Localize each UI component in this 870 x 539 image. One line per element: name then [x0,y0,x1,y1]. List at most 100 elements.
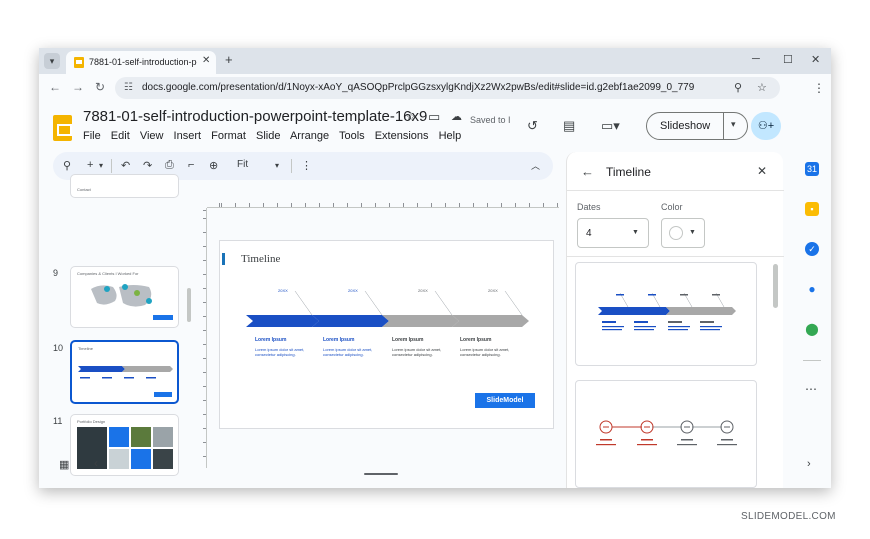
menu-view[interactable]: View [140,130,164,142]
menu-extensions[interactable]: Extensions [375,130,429,142]
maps-icon[interactable]: ⬤ [805,322,819,336]
slideshow-label: Slideshow [660,120,711,132]
menu-help[interactable]: Help [439,130,462,142]
keep-icon[interactable]: ▪ [805,202,819,216]
browser-tab[interactable]: 7881-01-self-introduction-pow ✕ [66,51,216,74]
zoom-dropdown-icon[interactable]: ▾ [275,161,279,170]
timeline-arrow-3 [382,315,459,327]
timeline-step-title: Lorem Ipsum [255,337,287,343]
slideshow-dropdown-icon[interactable]: ▾ [731,119,736,130]
new-tab-button[interactable]: + [225,52,233,67]
color-select[interactable]: ▼ [661,218,705,248]
search-menus-icon[interactable]: ⚲ [63,159,71,172]
site-info-icon[interactable]: ☷ [124,82,133,93]
timeline-layout-option-arrows[interactable] [575,262,757,366]
timeline-year: 20XX [348,288,358,293]
menu-format[interactable]: Format [211,130,246,142]
timeline-step-desc: Lorem ipsum dolor sit amet, consectetur … [392,347,442,357]
more-options-icon[interactable]: ⋮ [301,159,312,172]
omnibox[interactable]: ☷ docs.google.com/presentation/d/1Noyx-x… [115,77,780,99]
dates-value: 4 [586,228,592,239]
close-icon[interactable]: ✕ [757,164,767,178]
timeline-panel: ← Timeline ✕ Dates 4 ▼ Color ▼ [566,152,784,488]
version-history-icon[interactable]: ↺ [527,118,538,134]
title-accent-bar [222,253,225,265]
expand-icon[interactable]: › [807,458,811,470]
menu-tools[interactable]: Tools [339,130,365,142]
timeline-year: 20XX [488,288,498,293]
menu-bar: File Edit View Insert Format Slide Arran… [83,130,468,142]
window-close-icon[interactable]: ✕ [811,53,820,66]
thumbnail-title: Contact [77,187,91,192]
slide-thumbnail-10[interactable]: Timeline [70,340,179,404]
slide-number: 10 [53,343,64,353]
reload-icon[interactable]: ↻ [95,80,105,94]
back-icon[interactable]: ← [49,80,61,94]
browser-window: ▾ 7881-01-self-introduction-pow ✕ + ─ ☐ … [39,48,831,488]
comments-icon[interactable]: ▤ [563,118,575,134]
browser-menu-icon[interactable]: ⋮ [813,81,825,95]
timeline-layout-option-circles[interactable] [575,380,757,488]
zoom-select[interactable]: Fit [237,159,248,170]
world-map-thumbnail [91,284,173,320]
grid-view-icon[interactable]: ▦ [59,458,69,471]
slide-title[interactable]: Timeline [241,253,280,265]
zoom-icon[interactable]: ⊕ [209,159,218,172]
undo-icon[interactable]: ↶ [121,159,130,172]
toolbar-separator [111,159,112,173]
paint-format-icon[interactable]: ⌐ [188,159,194,171]
dates-select[interactable]: 4 ▼ [577,218,649,248]
panel-divider [567,256,784,257]
collapse-toolbar-icon[interactable]: ︿ [531,159,540,172]
calendar-icon[interactable]: 31 [805,162,819,176]
tasks-icon[interactable]: ✓ [805,242,819,256]
vertical-ruler[interactable] [199,208,207,468]
minimize-icon[interactable]: ─ [752,53,760,65]
forward-icon[interactable]: → [72,80,84,94]
circle-timeline-preview [596,420,737,446]
menu-file[interactable]: File [83,130,101,142]
star-icon[interactable]: ☆ [405,109,417,125]
slidemodel-logo: SlideModel [475,393,535,408]
chevron-down-icon: ▼ [689,229,696,236]
collapse-filmstrip-icon[interactable]: ‹ [94,456,98,470]
zoom-icon[interactable]: ⚲ [734,81,742,94]
more-icon[interactable]: ⋯ [805,382,817,396]
maximize-icon[interactable]: ☐ [783,53,793,66]
meet-icon[interactable]: ▭▾ [601,118,620,134]
share-button[interactable]: ⚇+ [751,112,781,140]
panel-scrollbar[interactable] [773,264,778,308]
slide-thumbnail-9[interactable]: Companies & Clients I Worked For [70,266,179,328]
bookmark-star-icon[interactable]: ☆ [757,81,767,94]
rail-separator [803,360,821,361]
url-text[interactable]: docs.google.com/presentation/d/1Noyx-xAo… [142,82,694,93]
redo-icon[interactable]: ↷ [143,159,152,172]
filmstrip-scrollbar[interactable] [187,288,191,322]
document-title[interactable]: 7881-01-self-introduction-powerpoint-tem… [83,108,427,125]
tab-search-icon[interactable]: ▾ [44,53,60,69]
menu-edit[interactable]: Edit [111,130,130,142]
new-slide-layout-icon[interactable]: ▾ [99,161,103,170]
back-arrow-icon[interactable]: ← [581,164,594,179]
menu-slide[interactable]: Slide [256,130,280,142]
tab-close-icon[interactable]: ✕ [202,55,210,66]
contacts-icon[interactable]: ● [805,282,819,296]
slide-thumbnail-11[interactable]: Portfolio Design [70,414,179,476]
timeline-thumbnail [78,366,173,397]
slide-thumbnail-8[interactable]: Contact [70,174,179,198]
slideshow-divider [723,113,724,139]
saved-status[interactable]: Saved to I [470,115,511,125]
print-icon[interactable]: ⎙ [165,159,174,172]
move-folder-icon[interactable]: ▭ [428,109,440,125]
menu-insert[interactable]: Insert [174,130,202,142]
new-slide-icon[interactable]: + [87,159,93,171]
slideshow-button[interactable]: Slideshow ▾ [646,112,748,140]
speaker-notes-handle[interactable] [364,473,398,475]
timeline-step-desc: Lorem ipsum dolor sit amet, consectetur … [460,347,510,357]
slides-logo-icon[interactable] [53,115,72,141]
slide-number: 9 [53,268,59,278]
panel-divider [567,190,784,191]
slide-canvas[interactable]: Timeline 20XX 20XX 20XX 20XX Lorem Ipsum… [219,240,554,429]
menu-arrange[interactable]: Arrange [290,130,329,142]
horizontal-ruler[interactable] [207,198,559,208]
